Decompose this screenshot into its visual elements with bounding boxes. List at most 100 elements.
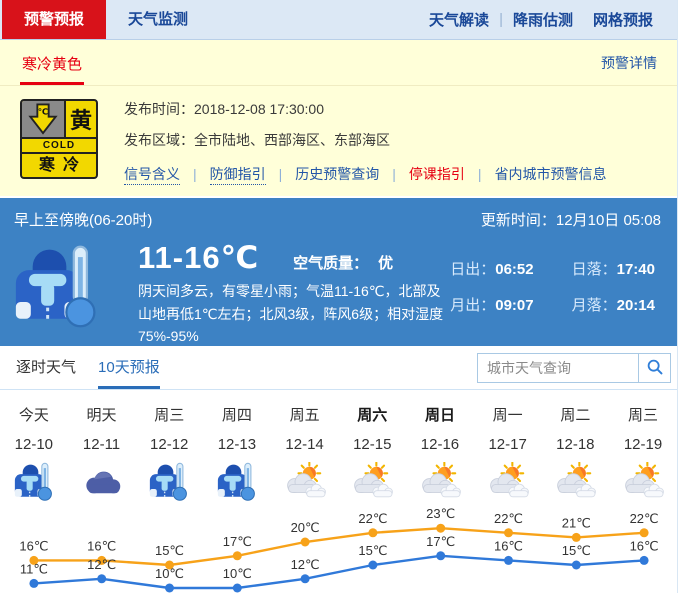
nav-link-grid-forecast[interactable]: 网格预报 (593, 9, 653, 30)
link-separator: | (392, 166, 396, 182)
nav-tab-weather-monitor[interactable]: 天气监测 (106, 0, 210, 39)
forecast-day-column[interactable]: 周一 12-17 (474, 404, 542, 504)
tab-ten-day-forecast[interactable]: 10天预报 (98, 346, 160, 389)
svg-text:16℃: 16℃ (19, 538, 48, 553)
warning-section: 寒冷黄色 预警详情 ℃ 黄 COLD 寒冷 发布时间：2018-12 (0, 40, 677, 196)
sunrise-label: 日出： (450, 261, 495, 278)
day-weather-icon (609, 460, 677, 504)
svg-text:10℃: 10℃ (223, 566, 252, 581)
warning-link-province-city-warnings[interactable]: 省内城市预警信息 (495, 166, 607, 182)
forecast-day-column[interactable]: 周四 12-13 (203, 404, 271, 504)
svg-text:22℃: 22℃ (630, 511, 659, 526)
warning-link-signal-meaning[interactable]: 信号含义 (124, 166, 180, 185)
warning-links: 信号含义|防御指引|历史预警查询|停课指引|省内城市预警信息 (124, 164, 607, 184)
svg-text:10℃: 10℃ (155, 566, 184, 581)
day-date: 12-16 (406, 436, 474, 453)
svg-text:22℃: 22℃ (358, 511, 387, 526)
day-name: 明天 (68, 404, 136, 425)
forecast-day-column[interactable]: 今天 12-10 (0, 404, 68, 504)
svg-text:15℃: 15℃ (155, 543, 184, 558)
day-date: 12-15 (338, 436, 406, 453)
city-search-box (477, 353, 671, 383)
sunset-label: 日落： (572, 261, 617, 278)
day-name: 周五 (271, 404, 339, 425)
day-weather-icon (203, 460, 271, 504)
day-date: 12-10 (0, 436, 68, 453)
svg-text:16℃: 16℃ (87, 538, 116, 553)
sunrise-time: 日出：06:52 (450, 258, 533, 279)
nav-link-rain-estimate[interactable]: 降雨估测 (513, 9, 573, 30)
forecast-day-column[interactable]: 明天 12-11 (68, 404, 136, 504)
publish-area-value: 全市陆地、西部海区、东部海区 (194, 132, 390, 148)
day-name: 周六 (338, 404, 406, 425)
moonset-value: 20:14 (617, 297, 655, 314)
publish-area-label: 发布区域： (124, 132, 194, 148)
warning-code: COLD (22, 139, 96, 154)
weather-page: 预警预报 天气监测 天气解读 | 降雨估测 网格预报 寒冷黄色 预警详情 ℃ (0, 0, 678, 593)
search-icon (646, 358, 664, 379)
svg-text:17℃: 17℃ (426, 534, 455, 549)
moonrise-value: 09:07 (495, 297, 533, 314)
sunset-time: 日落：17:40 (572, 258, 655, 279)
air-quality: 空气质量： 优 (293, 252, 393, 273)
svg-text:16℃: 16℃ (494, 538, 523, 553)
nav-link-weather-interpretation[interactable]: 天气解读 (429, 9, 489, 30)
nav-separator: | (499, 11, 503, 28)
ten-day-forecast: 今天 12-10 明天 12-11 周三 12-12 (0, 390, 677, 593)
update-time: 更新时间：12月10日 05:08 (481, 209, 661, 230)
day-date: 12-19 (609, 436, 677, 453)
forecast-day-column[interactable]: 周六 12-15 (338, 404, 406, 504)
forecast-day-column[interactable]: 周日 12-16 (406, 404, 474, 504)
warning-sign-top: ℃ 黄 (22, 101, 96, 139)
warning-details-link[interactable]: 预警详情 (601, 53, 657, 73)
panel-body: 11-16℃ 空气质量： 优 阴天间多云，有零星小雨；气温11-16℃，北部及山地… (0, 230, 677, 348)
nav-tab-warning-forecast[interactable]: 预警预报 (2, 0, 106, 39)
warning-link-defense-guide[interactable]: 防御指引 (210, 166, 266, 185)
publish-time-value: 2018-12-08 17:30:00 (194, 101, 324, 117)
svg-text:12℃: 12℃ (291, 557, 320, 572)
svg-text:21℃: 21℃ (562, 515, 591, 530)
air-quality-label: 空气质量： (293, 255, 368, 272)
publish-time-label: 发布时间： (124, 101, 194, 117)
day-date: 12-18 (542, 436, 610, 453)
air-quality-value: 优 (378, 255, 393, 272)
svg-text:16℃: 16℃ (630, 538, 659, 553)
link-separator: | (279, 166, 283, 182)
svg-text:22℃: 22℃ (494, 511, 523, 526)
city-search-input[interactable] (478, 354, 638, 382)
forecast-period: 早上至傍晚(06-20时) (14, 209, 152, 230)
day-weather-icon (406, 460, 474, 504)
warning-link-class-suspension[interactable]: 停课指引 (409, 166, 465, 182)
forecast-day-column[interactable]: 周三 12-19 (609, 404, 677, 504)
sign-temp-unit: ℃ (38, 106, 48, 116)
day-name: 周三 (135, 404, 203, 425)
tab-hourly-weather[interactable]: 逐时天气 (16, 346, 76, 389)
day-weather-icon (474, 460, 542, 504)
link-separator: | (193, 166, 197, 182)
warning-level-char: 黄 (66, 101, 96, 137)
temperature-chart: 16℃16℃15℃17℃20℃22℃23℃22℃21℃22℃11℃12℃10℃1… (0, 504, 678, 593)
svg-text:11℃: 11℃ (20, 561, 48, 576)
cold-warning-sign-icon: ℃ 黄 COLD 寒冷 (20, 99, 98, 179)
moonrise-time: 月出：09:07 (450, 294, 533, 315)
temperature-range: 11-16℃ (138, 240, 259, 276)
temperature-down-arrow-icon: ℃ (22, 101, 66, 137)
weather-description: 阴天间多云，有零星小雨；气温11-16℃，北部及山地再低1℃左右；北风3级，阵风… (138, 280, 450, 348)
forecast-day-column[interactable]: 周二 12-18 (542, 404, 610, 504)
day-date: 12-12 (135, 436, 203, 453)
top-nav: 预警预报 天气监测 天气解读 | 降雨估测 网格预报 (0, 0, 677, 40)
forecast-day-column[interactable]: 周五 12-14 (271, 404, 339, 504)
warning-link-history-query[interactable]: 历史预警查询 (295, 166, 379, 182)
day-weather-icon (271, 460, 339, 504)
day-name: 周二 (542, 404, 610, 425)
warning-title: 寒冷黄色 (20, 53, 84, 85)
sun-moon-times: 日出：06:52 日落：17:40 月出：09:07 月落：20:14 (450, 258, 655, 348)
update-time-value: 12月10日 05:08 (556, 212, 661, 229)
temperature-row: 11-16℃ 空气质量： 优 (138, 240, 450, 276)
forecast-day-column[interactable]: 周三 12-12 (135, 404, 203, 504)
sunrise-value: 06:52 (495, 261, 533, 278)
moonset-label: 月落： (572, 297, 617, 314)
day-name: 今天 (0, 404, 68, 425)
search-button[interactable] (638, 354, 670, 382)
current-conditions: 11-16℃ 空气质量： 优 阴天间多云，有零星小雨；气温11-16℃，北部及山地… (138, 236, 450, 348)
